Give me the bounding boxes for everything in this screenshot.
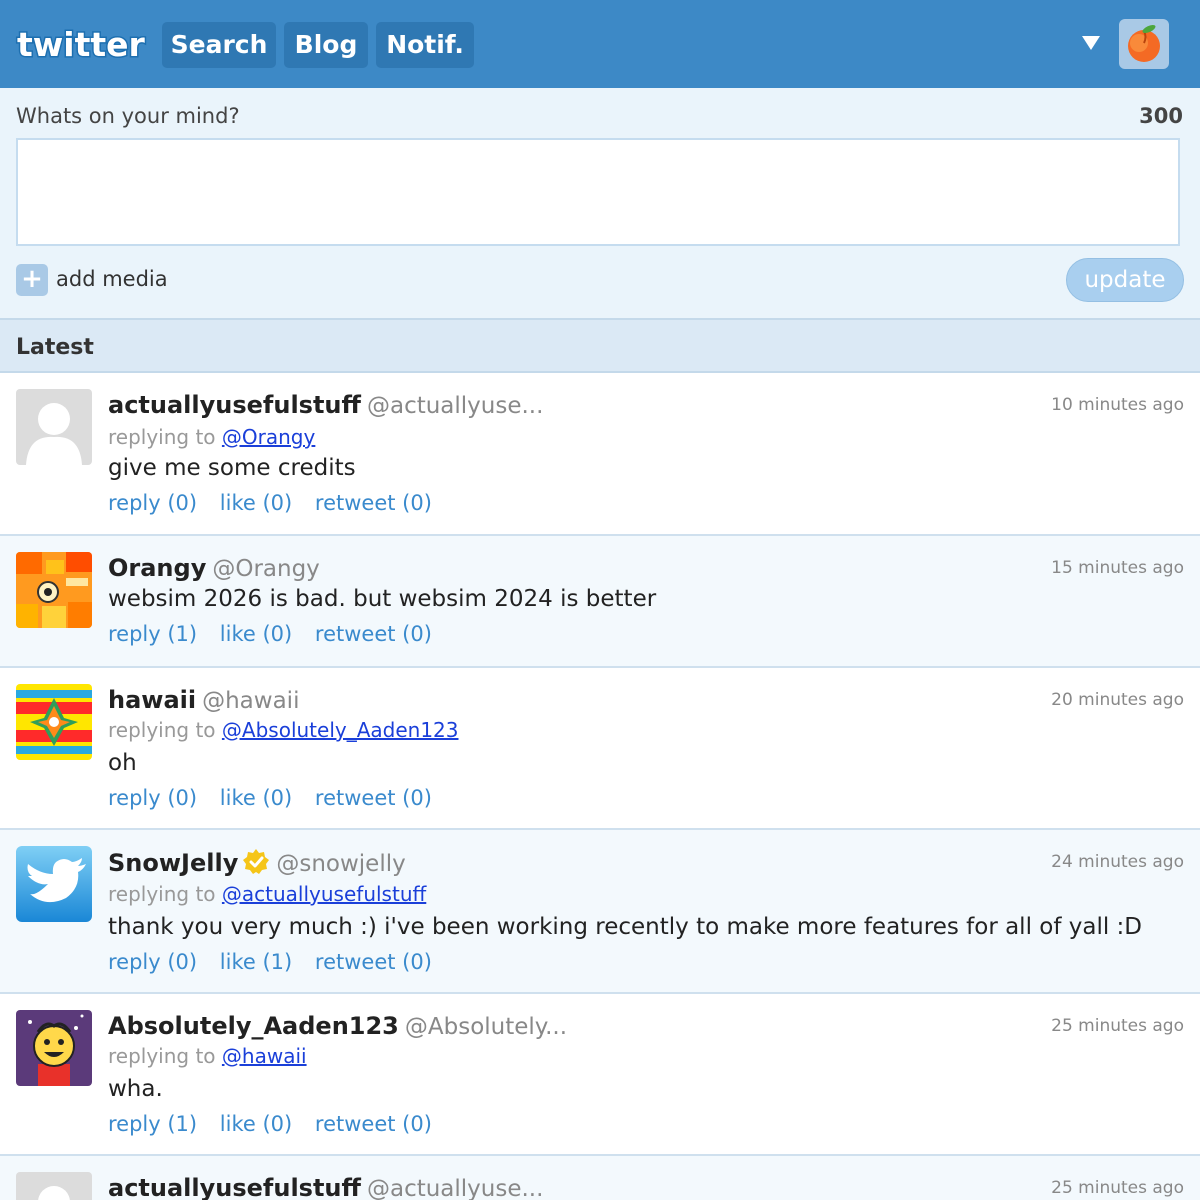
tweet-author[interactable]: Absolutely_Aaden123 @Absolutely... <box>108 1012 567 1040</box>
author-name[interactable]: SnowJelly <box>108 849 238 877</box>
reply-context: replying to @Absolutely_Aaden123 <box>108 718 459 742</box>
twitter-bird-icon <box>16 846 92 922</box>
tweet-timestamp: 25 minutes ago <box>1051 1178 1184 1198</box>
reply-prefix: replying to <box>108 718 216 742</box>
tweet-actions: reply (0) like (0) retweet (0) <box>108 491 448 515</box>
svg-text:twitter: twitter <box>17 25 146 64</box>
author-handle[interactable]: @actuallyuse... <box>367 393 543 419</box>
author-handle[interactable]: @Absolutely... <box>405 1014 567 1040</box>
update-button[interactable]: update <box>1066 258 1184 302</box>
add-media-link[interactable]: add media <box>56 267 168 291</box>
reply-to-link[interactable]: @hawaii <box>222 1044 307 1068</box>
tweet-item: Absolutely_Aaden123 @Absolutely... 25 min… <box>0 994 1200 1156</box>
tweet-text: give me some credits <box>108 455 356 481</box>
tweet-avatar[interactable] <box>16 1010 92 1086</box>
reply-button[interactable]: reply (0) <box>108 950 197 974</box>
like-button[interactable]: like (0) <box>220 786 292 810</box>
tweet-text: websim 2026 is bad. but websim 2024 is b… <box>108 586 657 612</box>
tweet-avatar[interactable] <box>16 684 92 760</box>
like-button[interactable]: like (0) <box>220 622 292 646</box>
reply-context: replying to @hawaii <box>108 1044 307 1068</box>
author-name[interactable]: hawaii <box>108 686 196 714</box>
tweet-timestamp: 24 minutes ago <box>1051 852 1184 872</box>
reply-button[interactable]: reply (0) <box>108 491 197 515</box>
author-name[interactable]: actuallyusefulstuff <box>108 391 361 419</box>
tweet-timestamp: 15 minutes ago <box>1051 558 1184 578</box>
reply-prefix: replying to <box>108 1044 216 1068</box>
author-name[interactable]: actuallyusefulstuff <box>108 1174 361 1200</box>
author-handle[interactable]: @Orangy <box>212 556 319 582</box>
author-name[interactable]: Absolutely_Aaden123 <box>108 1012 399 1040</box>
tweet-author[interactable]: actuallyusefulstuff @actuallyuse... <box>108 1174 543 1200</box>
retweet-button[interactable]: retweet (0) <box>315 1112 432 1136</box>
compose-prompt-label: Whats on your mind? <box>16 104 240 128</box>
top-nav-bar: twitter Search Blog Notif. <box>0 0 1200 88</box>
tweet-author[interactable]: actuallyusefulstuff @actuallyuse... <box>108 391 543 419</box>
reply-context: replying to @Orangy <box>108 425 315 449</box>
retweet-button[interactable]: retweet (0) <box>315 950 432 974</box>
tweet-item: Orangy @Orangy 15 minutes ago websim 2026… <box>0 536 1200 668</box>
author-name[interactable]: Orangy <box>108 554 206 582</box>
tweet-avatar[interactable] <box>16 552 92 628</box>
plus-icon[interactable]: + <box>16 264 48 296</box>
tweet-timestamp: 10 minutes ago <box>1051 395 1184 415</box>
tweet-avatar[interactable] <box>16 389 92 465</box>
like-button[interactable]: like (1) <box>220 950 292 974</box>
tweet-item: actuallyusefulstuff @actuallyuse... 25 mi… <box>0 1156 1200 1200</box>
retweet-button[interactable]: retweet (0) <box>315 622 432 646</box>
author-handle[interactable]: @snowjelly <box>276 851 405 877</box>
hawaii-flag-icon <box>16 684 92 760</box>
character-counter: 300 <box>1139 104 1183 128</box>
tweet-timestamp: 20 minutes ago <box>1051 690 1184 710</box>
tweet-actions: reply (0) like (1) retweet (0) <box>108 950 448 974</box>
tweet-item: SnowJelly @snowjelly 24 minutes ago reply… <box>0 830 1200 994</box>
verified-badge-icon <box>243 849 270 874</box>
author-handle[interactable]: @hawaii <box>202 688 299 714</box>
reply-to-link[interactable]: @Orangy <box>222 425 315 449</box>
reply-prefix: replying to <box>108 425 216 449</box>
retweet-button[interactable]: retweet (0) <box>315 491 432 515</box>
tweet-text: wha. <box>108 1076 163 1102</box>
tweet-actions: reply (1) like (0) retweet (0) <box>108 622 448 646</box>
orange-pixel-icon <box>16 552 92 628</box>
reply-button[interactable]: reply (1) <box>108 1112 197 1136</box>
peach-icon <box>1128 24 1160 62</box>
nav-notifications-button[interactable]: Notif. <box>376 22 474 68</box>
reply-prefix: replying to <box>108 882 216 906</box>
tweet-author[interactable]: SnowJelly @snowjelly <box>108 848 406 877</box>
tweet-author[interactable]: hawaii @hawaii <box>108 686 299 714</box>
tweet-item: actuallyusefulstuff @actuallyuse... 10 mi… <box>0 373 1200 536</box>
tweet-timestamp: 25 minutes ago <box>1051 1016 1184 1036</box>
reply-to-link[interactable]: @actuallyusefulstuff <box>222 882 426 906</box>
reply-context: replying to @actuallyusefulstuff <box>108 882 426 906</box>
reply-button[interactable]: reply (1) <box>108 622 197 646</box>
section-header: Latest <box>0 318 1200 373</box>
tweet-actions: reply (1) like (0) retweet (0) <box>108 1112 448 1136</box>
tweet-text: thank you very much :) i've been working… <box>108 914 1143 940</box>
reply-button[interactable]: reply (0) <box>108 786 197 810</box>
tweet-item: hawaii @hawaii 20 minutes ago replying to… <box>0 668 1200 830</box>
tweet-avatar[interactable] <box>16 1172 92 1200</box>
compose-textarea[interactable] <box>16 138 1180 246</box>
tweet-actions: reply (0) like (0) retweet (0) <box>108 786 448 810</box>
nav-blog-button[interactable]: Blog <box>284 22 368 68</box>
twitter-logo[interactable]: twitter <box>14 25 156 65</box>
user-avatar-button[interactable] <box>1119 19 1169 69</box>
tweet-author[interactable]: Orangy @Orangy <box>108 554 320 582</box>
section-title: Latest <box>16 335 94 360</box>
author-handle[interactable]: @actuallyuse... <box>367 1176 543 1200</box>
triangle-down-icon[interactable] <box>1080 33 1102 53</box>
default-person-icon <box>16 1172 92 1200</box>
like-button[interactable]: like (0) <box>220 1112 292 1136</box>
like-button[interactable]: like (0) <box>220 491 292 515</box>
tweet-text: oh <box>108 750 137 776</box>
reply-to-link[interactable]: @Absolutely_Aaden123 <box>222 718 459 742</box>
cartoon-face-icon <box>16 1010 92 1086</box>
tweet-avatar[interactable] <box>16 846 92 922</box>
default-person-icon <box>16 389 92 465</box>
nav-search-button[interactable]: Search <box>162 22 276 68</box>
retweet-button[interactable]: retweet (0) <box>315 786 432 810</box>
